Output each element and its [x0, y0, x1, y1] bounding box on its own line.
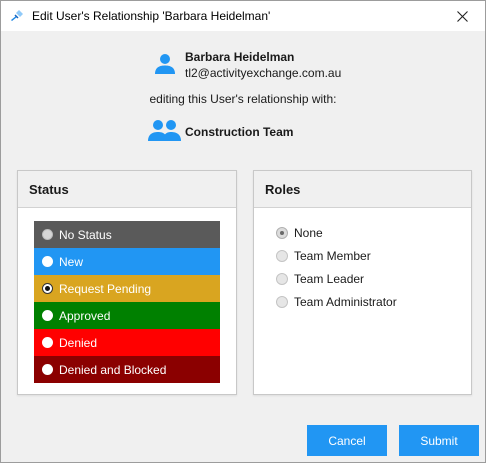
user-name: Barbara Heidelman	[185, 50, 295, 64]
person-icon	[155, 54, 175, 74]
status-option-label: Denied	[59, 336, 98, 350]
radio-button[interactable]	[276, 273, 288, 285]
roles-panel-title: Roles	[265, 182, 301, 197]
radio-button[interactable]	[276, 296, 288, 308]
role-option-none[interactable]: None	[276, 225, 456, 248]
status-panel-title: Status	[29, 182, 69, 197]
role-option-team-administrator[interactable]: Team Administrator	[276, 294, 456, 317]
status-options: No Status New Request Pending Approved D…	[34, 221, 220, 383]
status-option-denied-and-blocked[interactable]: Denied and Blocked	[34, 356, 220, 383]
radio-button[interactable]	[42, 364, 53, 375]
role-option-label: None	[294, 226, 323, 240]
status-option-approved[interactable]: Approved	[34, 302, 220, 329]
group-icon	[148, 120, 181, 141]
status-option-denied[interactable]: Denied	[34, 329, 220, 356]
role-option-team-leader[interactable]: Team Leader	[276, 271, 456, 294]
radio-button[interactable]	[42, 229, 53, 240]
role-option-label: Team Member	[294, 249, 371, 263]
close-button[interactable]	[439, 1, 485, 31]
status-option-new[interactable]: New	[34, 248, 220, 275]
submit-button[interactable]: Submit	[399, 425, 479, 456]
team-info: Construction Team	[148, 118, 348, 144]
close-icon	[456, 10, 468, 22]
radio-button[interactable]	[42, 337, 53, 348]
radio-button[interactable]	[42, 310, 53, 321]
tools-icon	[11, 10, 23, 21]
status-option-no-status[interactable]: No Status	[34, 221, 220, 248]
editing-caption: editing this User's relationship with:	[149, 92, 337, 106]
radio-button-selected[interactable]	[276, 227, 288, 239]
roles-panel-header: Roles	[254, 171, 471, 208]
role-options: None Team Member Team Leader Team Admini…	[276, 225, 456, 317]
roles-panel: Roles None Team Member Team Leader Team …	[253, 170, 472, 395]
cancel-button[interactable]: Cancel	[307, 425, 387, 456]
status-panel-header: Status	[18, 171, 236, 208]
status-panel: Status No Status New Request Pending App…	[17, 170, 237, 395]
status-option-label: Approved	[59, 309, 111, 323]
radio-button-selected[interactable]	[42, 283, 53, 294]
role-option-team-member[interactable]: Team Member	[276, 248, 456, 271]
status-option-label: No Status	[59, 228, 112, 242]
status-option-request-pending[interactable]: Request Pending	[34, 275, 220, 302]
status-option-label: Request Pending	[59, 282, 152, 296]
title-bar: Edit User's Relationship 'Barbara Heidel…	[1, 1, 485, 31]
role-option-label: Team Administrator	[294, 295, 397, 309]
status-option-label: New	[59, 255, 84, 269]
window-title: Edit User's Relationship 'Barbara Heidel…	[32, 9, 271, 23]
dialog-window: Edit User's Relationship 'Barbara Heidel…	[0, 0, 486, 463]
radio-button[interactable]	[276, 250, 288, 262]
status-option-label: Denied and Blocked	[59, 363, 167, 377]
role-option-label: Team Leader	[294, 272, 365, 286]
team-name: Construction Team	[185, 125, 294, 139]
radio-button[interactable]	[42, 256, 53, 267]
user-info: Barbara Heidelman tl2@activityexchange.c…	[151, 47, 391, 83]
user-email: tl2@activityexchange.com.au	[185, 66, 342, 80]
